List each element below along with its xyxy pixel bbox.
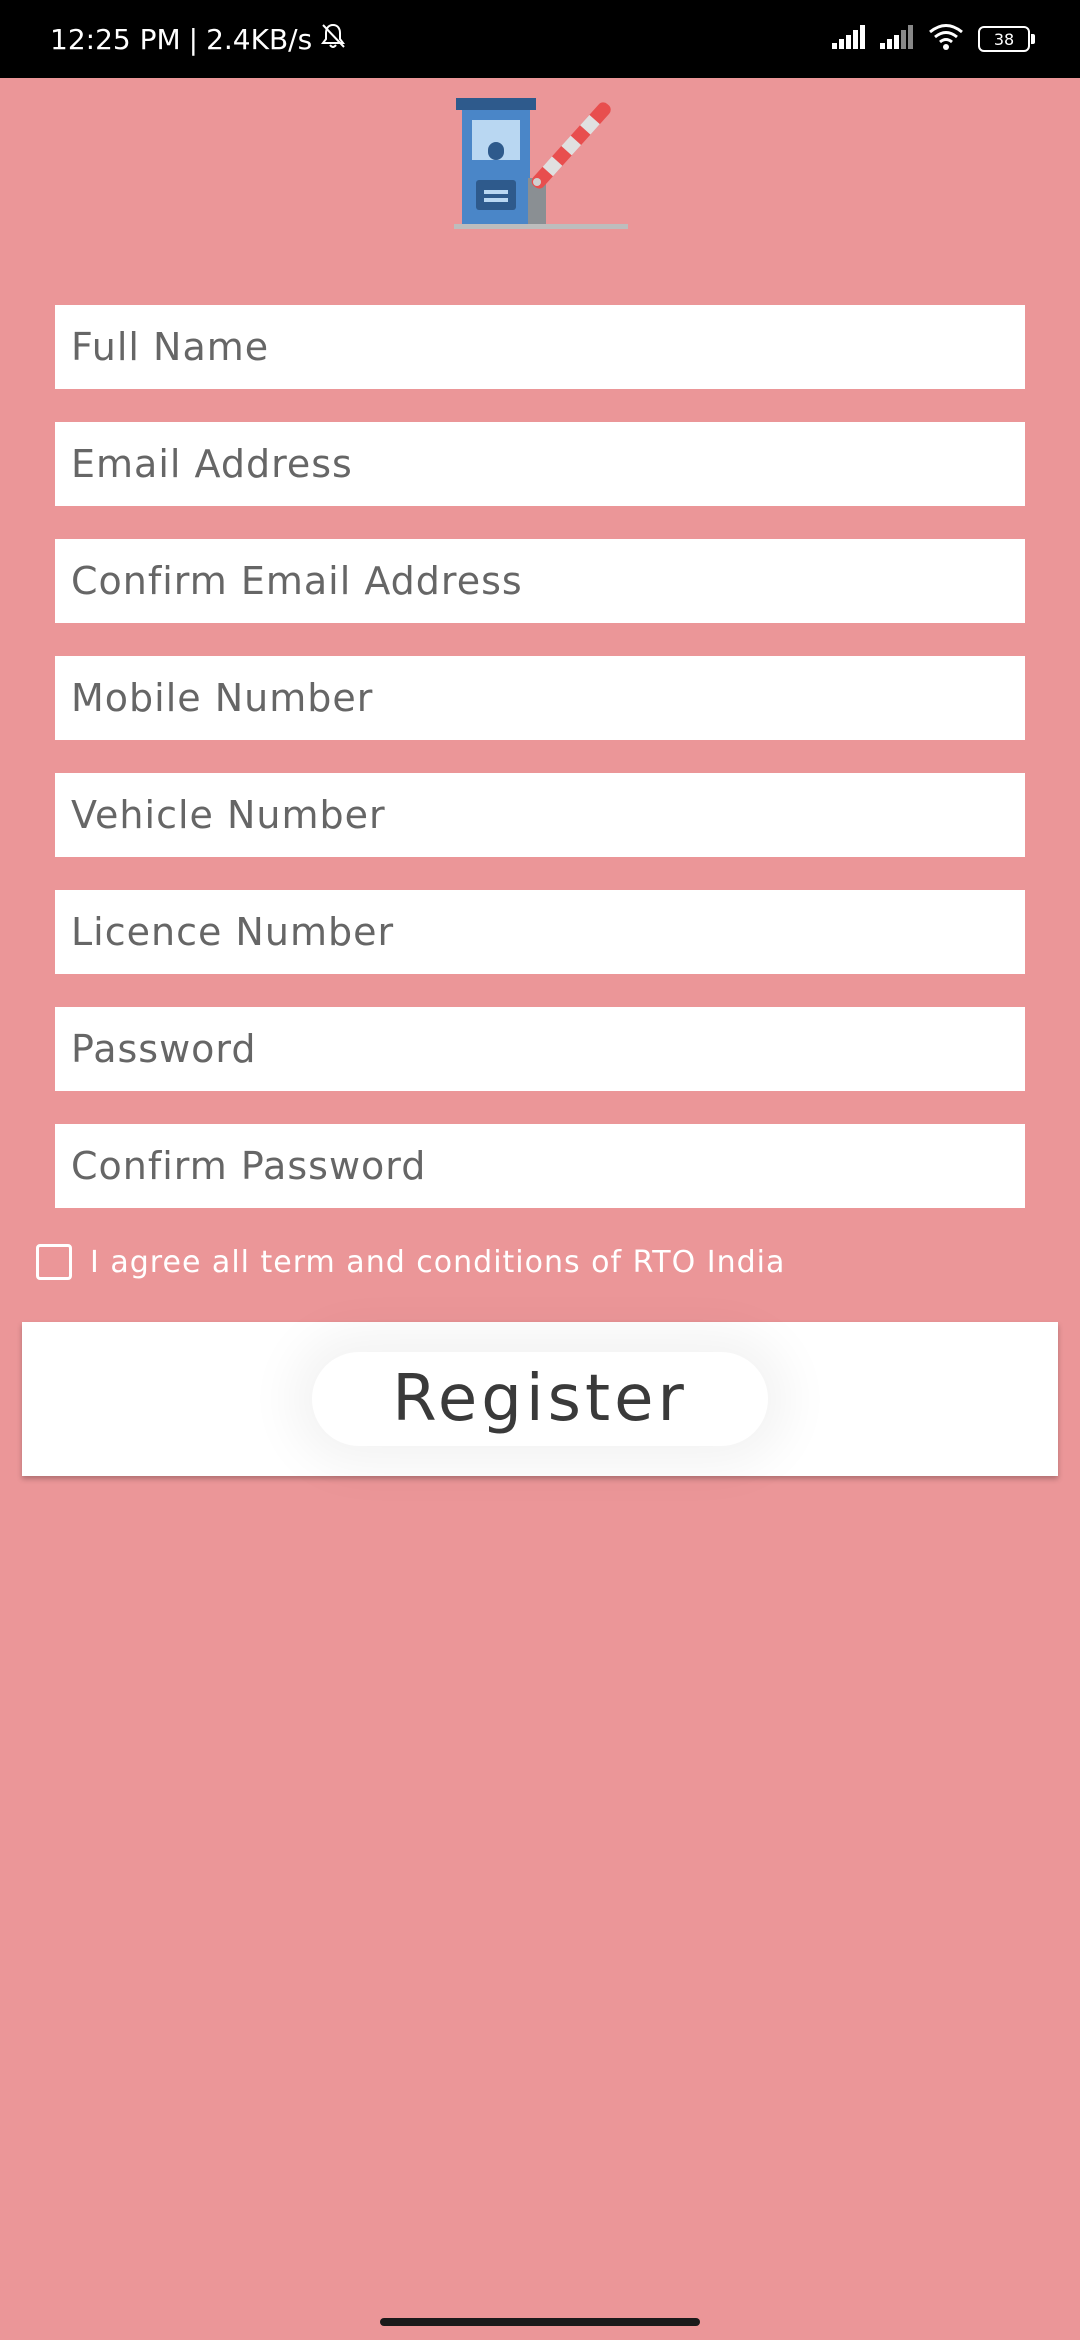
mute-bell-icon [320, 22, 346, 57]
terms-label: I agree all term and conditions of RTO I… [90, 1244, 786, 1280]
terms-agreement-row: I agree all term and conditions of RTO I… [36, 1244, 785, 1280]
home-indicator[interactable] [380, 2318, 700, 2326]
vehicle-number-field[interactable] [55, 773, 1025, 857]
terms-checkbox[interactable] [36, 1244, 72, 1280]
register-button[interactable]: Register [22, 1322, 1058, 1476]
battery-icon: 38 [978, 26, 1035, 52]
status-net-speed: 2.4KB/s [206, 22, 313, 56]
toll-booth-barrier-icon [452, 96, 632, 236]
status-left: 12:25 PM | 2.4KB/s [50, 0, 346, 78]
status-time: 12:25 PM [50, 22, 181, 56]
licence-number-field[interactable] [55, 890, 1025, 974]
status-right: 38 [832, 0, 1035, 78]
register-button-label: Register [312, 1352, 768, 1446]
status-bar: 12:25 PM | 2.4KB/s 38 [0, 0, 1080, 78]
confirm-email-field[interactable] [55, 539, 1025, 623]
email-field[interactable] [55, 422, 1025, 506]
wifi-icon [928, 23, 964, 55]
cellular-signal-icon [832, 25, 866, 53]
cellular-signal-icon [880, 25, 914, 53]
status-separator: | [188, 22, 199, 56]
full-name-field[interactable] [55, 305, 1025, 389]
mobile-number-field[interactable] [55, 656, 1025, 740]
password-field[interactable] [55, 1007, 1025, 1091]
confirm-password-field[interactable] [55, 1124, 1025, 1208]
battery-level: 38 [993, 29, 1015, 49]
